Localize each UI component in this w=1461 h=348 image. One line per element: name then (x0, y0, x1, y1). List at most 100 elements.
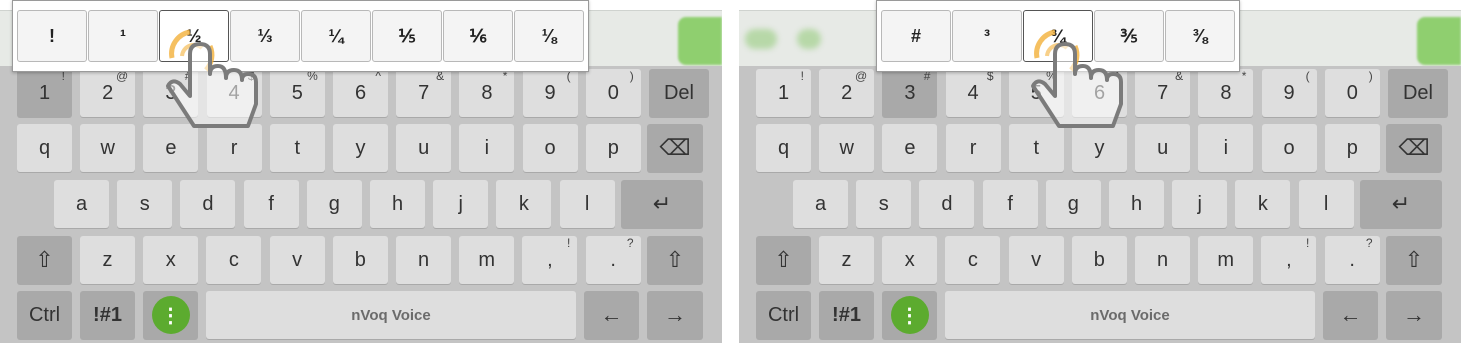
popup-key-1[interactable]: ¹ (88, 10, 158, 62)
key-9[interactable]: 9( (1261, 69, 1317, 117)
key-7[interactable]: 7 & (396, 69, 452, 117)
symbols-key[interactable]: !#1 (80, 291, 135, 339)
key-4[interactable]: 4 $ (206, 69, 262, 117)
key-a[interactable]: a (793, 180, 848, 228)
left-arrow-key[interactable]: ← (584, 291, 639, 339)
key-1[interactable]: 1! (756, 69, 811, 117)
microphone-key[interactable]: ⋮ (882, 291, 937, 339)
key-period[interactable]: .? (1324, 236, 1380, 284)
key-q[interactable]: q (756, 124, 811, 172)
popup-key-3[interactable]: ⅓ (230, 10, 300, 62)
microphone-key[interactable]: ⋮ (143, 291, 198, 339)
popup-key-0[interactable]: # (881, 10, 951, 62)
key-h[interactable]: h (1109, 180, 1164, 228)
key-d[interactable]: d (180, 180, 236, 228)
key-v[interactable]: v (1008, 236, 1064, 284)
popup-key-6[interactable]: ⅙ (443, 10, 513, 62)
key-m[interactable]: m (1198, 236, 1254, 284)
key-g[interactable]: g (1045, 180, 1101, 228)
key-x[interactable]: x (143, 236, 199, 284)
key-b[interactable]: b (1071, 236, 1127, 284)
key-o[interactable]: o (522, 124, 578, 172)
shift-key-right[interactable]: ⇧ (1386, 236, 1442, 284)
key-u[interactable]: u (1135, 124, 1191, 172)
popup-key-2[interactable]: ¾ (1023, 10, 1093, 62)
backspace-key[interactable]: ⌫ (647, 124, 703, 172)
key-l[interactable]: l (559, 180, 615, 228)
key-7[interactable]: 7 & (1135, 69, 1191, 117)
key-comma[interactable]: ,! (522, 236, 578, 284)
key-p[interactable]: p (1324, 124, 1380, 172)
key-n[interactable]: n (396, 236, 451, 284)
key-period[interactable]: .? (585, 236, 641, 284)
key-v[interactable]: v (269, 236, 325, 284)
key-2[interactable]: 2 @ (80, 69, 136, 117)
key-c[interactable]: c (945, 236, 1001, 284)
key-4[interactable]: 4 $ (945, 69, 1001, 117)
key-0[interactable]: 0) (585, 69, 641, 117)
popup-key-2[interactable]: ½ (159, 10, 229, 62)
key-b[interactable]: b (332, 236, 388, 284)
toolbar-green-button[interactable] (678, 17, 722, 65)
key-6[interactable]: 6 ^ (333, 69, 388, 117)
delete-key[interactable]: Del (649, 69, 709, 117)
key-6[interactable]: 6 ^ (1072, 69, 1127, 117)
shift-key-right[interactable]: ⇧ (647, 236, 703, 284)
key-y[interactable]: y (1072, 124, 1127, 172)
key-5[interactable]: 5% (1008, 69, 1064, 117)
key-3[interactable]: 3 # (143, 69, 199, 117)
backspace-key[interactable]: ⌫ (1386, 124, 1442, 172)
space-bar[interactable]: nVoq Voice (945, 291, 1315, 339)
key-e[interactable]: e (143, 124, 199, 172)
key-r[interactable]: r (945, 124, 1001, 172)
key-w[interactable]: w (80, 124, 136, 172)
key-c[interactable]: c (206, 236, 262, 284)
key-comma[interactable]: ,! (1261, 236, 1317, 284)
key-l[interactable]: l (1298, 180, 1354, 228)
key-8[interactable]: 8 * (459, 69, 515, 117)
popup-key-3[interactable]: ⅗ (1094, 10, 1164, 62)
key-e[interactable]: e (882, 124, 938, 172)
key-8[interactable]: 8 * (1198, 69, 1254, 117)
delete-key[interactable]: Del (1388, 69, 1448, 117)
key-y[interactable]: y (333, 124, 388, 172)
key-p[interactable]: p (585, 124, 641, 172)
right-arrow-key[interactable]: → (647, 291, 703, 339)
enter-key[interactable]: ↵ (1360, 180, 1442, 228)
toolbar-green-button[interactable] (1417, 17, 1461, 65)
key-a[interactable]: a (54, 180, 109, 228)
key-g[interactable]: g (306, 180, 362, 228)
key-u[interactable]: u (396, 124, 452, 172)
key-j[interactable]: j (1172, 180, 1228, 228)
key-f[interactable]: f (982, 180, 1038, 228)
shift-key[interactable]: ⇧ (17, 236, 72, 284)
space-bar[interactable]: nVoq Voice (206, 291, 576, 339)
popup-key-4[interactable]: ¼ (301, 10, 371, 62)
key-q[interactable]: q (17, 124, 72, 172)
key-0[interactable]: 0) (1324, 69, 1380, 117)
left-arrow-key[interactable]: ← (1323, 291, 1378, 339)
key-1[interactable]: 1! (17, 69, 72, 117)
shift-key[interactable]: ⇧ (756, 236, 811, 284)
key-s[interactable]: s (856, 180, 912, 228)
key-r[interactable]: r (206, 124, 262, 172)
popup-key-1[interactable]: ³ (952, 10, 1022, 62)
key-5[interactable]: 5% (269, 69, 325, 117)
key-t[interactable]: t (269, 124, 325, 172)
key-z[interactable]: z (80, 236, 135, 284)
key-3[interactable]: 3 # (882, 69, 938, 117)
key-s[interactable]: s (117, 180, 173, 228)
key-n[interactable]: n (1135, 236, 1190, 284)
key-i[interactable]: i (1198, 124, 1254, 172)
symbols-key[interactable]: !#1 (819, 291, 874, 339)
popup-key-0[interactable]: ! (17, 10, 87, 62)
key-t[interactable]: t (1008, 124, 1064, 172)
key-k[interactable]: k (496, 180, 552, 228)
popup-key-7[interactable]: ⅛ (514, 10, 584, 62)
key-x[interactable]: x (882, 236, 938, 284)
ctrl-key[interactable]: Ctrl (756, 291, 811, 339)
key-o[interactable]: o (1261, 124, 1317, 172)
ctrl-key[interactable]: Ctrl (17, 291, 72, 339)
popup-key-4[interactable]: ⅜ (1165, 10, 1235, 62)
key-9[interactable]: 9( (522, 69, 578, 117)
